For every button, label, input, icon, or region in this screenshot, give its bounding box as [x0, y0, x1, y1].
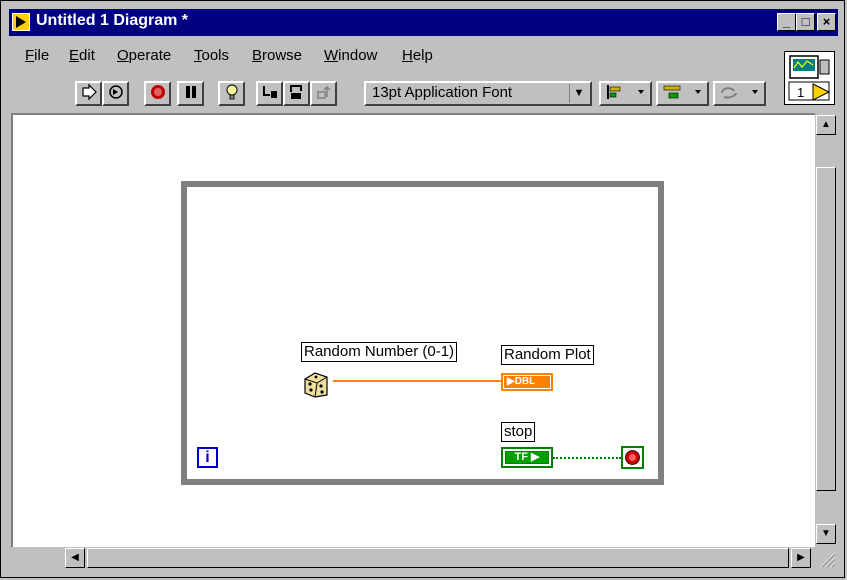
chevron-down-icon: ▼: [821, 528, 831, 539]
dice-icon: [304, 372, 328, 398]
chevron-right-icon: ▶: [797, 552, 805, 563]
random-number-label[interactable]: Random Number (0-1): [301, 342, 458, 362]
close-icon: ×: [822, 14, 831, 29]
iteration-terminal[interactable]: i: [197, 447, 218, 468]
scroll-up-button[interactable]: ▲: [816, 115, 836, 135]
menu-operate[interactable]: Operate: [117, 47, 171, 64]
conditional-terminal[interactable]: [621, 446, 644, 469]
menu-help[interactable]: Help: [402, 47, 433, 64]
stop-label[interactable]: stop: [501, 422, 536, 442]
horizontal-scroll-thumb[interactable]: [87, 548, 789, 568]
stop-terminal[interactable]: TF ▶: [501, 447, 553, 468]
vi-icon: [788, 55, 831, 101]
chevron-down-icon[interactable]: ▼: [569, 84, 588, 103]
step-into-icon: [262, 86, 277, 98]
run-continuously-icon: [108, 85, 123, 99]
stop-sign-icon: [625, 450, 640, 465]
align-objects-button[interactable]: [599, 81, 652, 106]
menu-edit[interactable]: Edit: [69, 47, 95, 64]
distribute-objects-button[interactable]: [656, 81, 709, 106]
chevron-left-icon: ◀: [71, 552, 79, 563]
random-plot-label[interactable]: Random Plot: [501, 345, 594, 365]
iteration-terminal-label: i: [205, 449, 210, 466]
reorder-button[interactable]: [713, 81, 766, 106]
reorder-icon: [720, 87, 758, 99]
horizontal-scrollbar[interactable]: ◀ ▶: [11, 547, 815, 569]
random-plot-terminal[interactable]: ▶DBL: [501, 373, 553, 391]
run-arrow-glyph: [16, 16, 26, 28]
title-bar[interactable]: Untitled 1 Diagram * _ □ ×: [9, 9, 838, 36]
menu-tools[interactable]: Tools: [194, 47, 229, 64]
close-button[interactable]: ×: [817, 13, 836, 31]
resize-grip-icon: [820, 552, 836, 568]
chevron-up-icon: ▲: [821, 119, 831, 130]
menu-browse[interactable]: Browse: [252, 47, 302, 64]
random-plot-type: DBL: [514, 376, 536, 387]
connector-pane-number: 1: [797, 85, 805, 100]
while-loop[interactable]: [181, 181, 664, 485]
play-arrow-icon: ▶: [527, 451, 540, 463]
abort-icon: [150, 85, 165, 99]
step-out-button[interactable]: [310, 81, 337, 106]
minimize-icon: _: [782, 14, 791, 29]
pause-button[interactable]: [177, 81, 204, 106]
diagram-window: Untitled 1 Diagram * _ □ × File Edit Ope…: [0, 0, 845, 578]
boolean-wire[interactable]: [553, 457, 621, 459]
random-number-function[interactable]: [301, 369, 333, 399]
numeric-wire[interactable]: [333, 380, 501, 382]
labview-app-icon[interactable]: [12, 13, 30, 31]
vi-connector-pane[interactable]: 1: [784, 51, 835, 105]
highlight-execution-button[interactable]: [218, 81, 245, 106]
run-icon: [81, 83, 97, 101]
step-over-button[interactable]: [283, 81, 310, 106]
highlight-execution-icon: [226, 84, 237, 100]
toolbar: 13pt Application Font ▼: [1, 71, 781, 115]
menu-window[interactable]: Window: [324, 47, 377, 64]
vertical-scrollbar[interactable]: ▲ ▼: [815, 113, 837, 547]
abort-button[interactable]: [144, 81, 171, 106]
distribute-objects-icon: [663, 85, 701, 99]
pause-icon: [185, 86, 196, 98]
resize-grip[interactable]: [815, 547, 837, 569]
window-title: Untitled 1 Diagram *: [36, 12, 189, 29]
align-objects-icon: [606, 85, 644, 99]
stop-type: TF: [514, 451, 528, 463]
run-continuously-button[interactable]: [102, 81, 129, 106]
maximize-icon: □: [801, 14, 810, 29]
step-into-button[interactable]: [256, 81, 283, 106]
step-out-icon: [316, 85, 331, 99]
step-over-icon: [289, 85, 302, 99]
play-arrow-icon: ▶: [507, 376, 515, 387]
menu-file[interactable]: File: [25, 47, 49, 64]
scroll-right-button[interactable]: ▶: [791, 548, 811, 568]
vertical-scroll-thumb[interactable]: [816, 167, 836, 491]
maximize-button[interactable]: □: [796, 13, 815, 31]
scroll-down-button[interactable]: ▼: [816, 524, 836, 544]
font-selector[interactable]: 13pt Application Font ▼: [364, 81, 592, 106]
block-diagram-canvas[interactable]: i Random Number (0-1) Random Plot ▶DBL s…: [11, 113, 815, 547]
run-button[interactable]: [75, 81, 102, 106]
font-selector-value: 13pt Application Font: [372, 84, 513, 101]
minimize-button[interactable]: _: [777, 13, 796, 31]
scroll-left-button[interactable]: ◀: [65, 548, 85, 568]
